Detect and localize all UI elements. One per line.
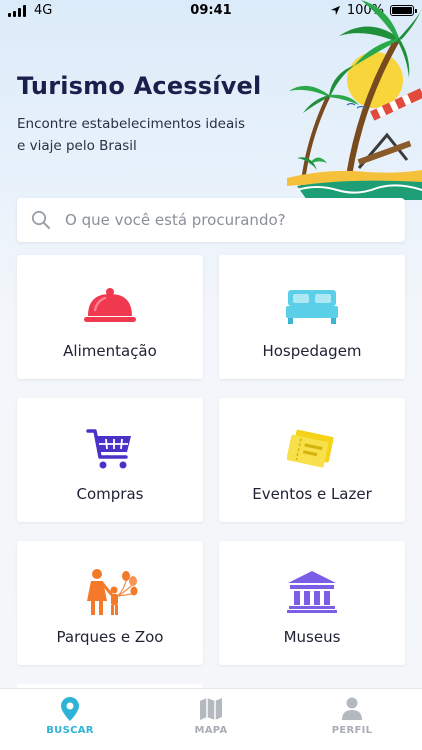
category-label: Alimentação — [63, 342, 157, 360]
tab-label: MAPA — [194, 725, 228, 736]
cloche-icon — [84, 288, 136, 322]
map-icon — [200, 698, 222, 720]
category-label: Eventos e Lazer — [252, 485, 372, 503]
tab-perfil[interactable]: PERFIL — [292, 697, 412, 736]
search-input[interactable] — [65, 211, 385, 229]
tab-mapa[interactable]: MAPA — [151, 697, 271, 736]
bed-icon — [286, 290, 338, 324]
location-pin-icon — [61, 697, 79, 721]
category-label: Museus — [283, 628, 341, 646]
shopping-cart-icon — [86, 429, 131, 469]
tab-bar: BUSCAR MAPA PERFIL — [0, 688, 422, 750]
tab-label: BUSCAR — [46, 725, 94, 736]
search-bar[interactable] — [17, 198, 405, 242]
category-card-museus[interactable]: Museus — [219, 541, 405, 665]
beach-illustration — [287, 0, 422, 200]
category-card-eventos-lazer[interactable]: Eventos e Lazer — [219, 398, 405, 522]
category-card-alimentacao[interactable]: Alimentação — [17, 255, 203, 379]
family-balloons-icon — [87, 569, 138, 615]
category-label: Compras — [76, 485, 144, 503]
ticket-icon — [287, 429, 334, 468]
category-label: Hospedagem — [262, 342, 362, 360]
category-card-compras[interactable]: Compras — [17, 398, 203, 522]
person-icon — [342, 697, 362, 720]
page-subtitle: Encontre estabelecimentos ideais e viaje… — [17, 116, 246, 154]
tab-label: PERFIL — [331, 725, 373, 736]
category-card-hospedagem[interactable]: Hospedagem — [219, 255, 405, 379]
category-card-parques-zoo[interactable]: Parques e Zoo — [17, 541, 203, 665]
tab-buscar[interactable]: BUSCAR — [10, 697, 130, 736]
category-label: Parques e Zoo — [56, 628, 164, 646]
museum-icon — [287, 571, 337, 613]
search-icon — [31, 210, 50, 229]
page-title: Turismo Acessível — [17, 72, 262, 100]
